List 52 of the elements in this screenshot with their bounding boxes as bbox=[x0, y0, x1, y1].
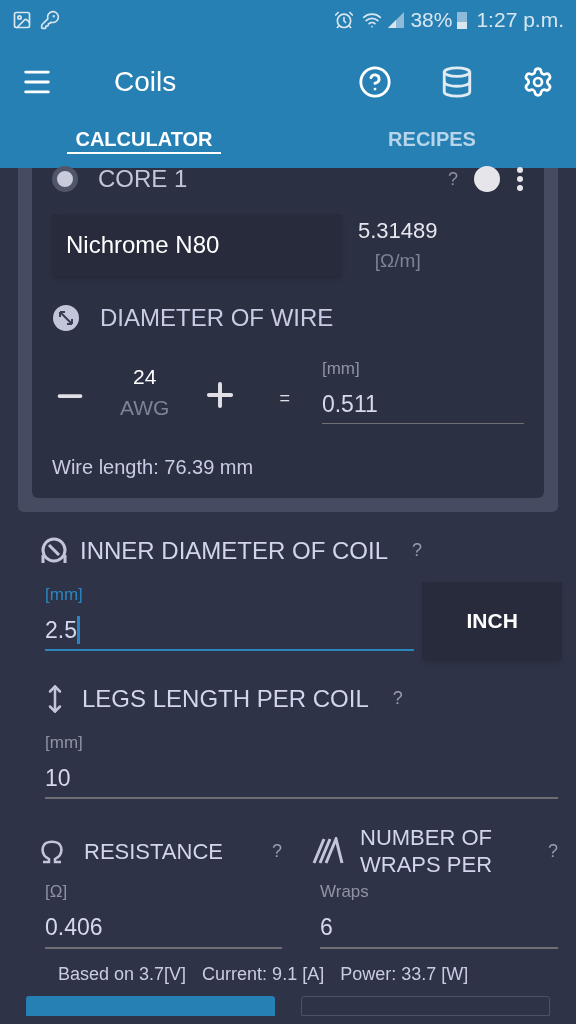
coil-diameter-icon bbox=[40, 536, 68, 565]
primary-button[interactable] bbox=[26, 995, 275, 1016]
wraps-icon bbox=[312, 837, 344, 865]
unit-label: [mm] bbox=[321, 358, 361, 380]
settings-icon[interactable] bbox=[522, 66, 554, 98]
input-field[interactable]: 0.511 bbox=[321, 385, 524, 424]
radio-icon[interactable] bbox=[52, 166, 78, 192]
input-field[interactable]: 10 bbox=[45, 759, 558, 799]
tab[interactable]: CALCULATOR bbox=[67, 124, 221, 154]
help-icon[interactable]: ? bbox=[272, 837, 282, 865]
section-title: RESISTANCE bbox=[84, 837, 223, 866]
summary-text: Current: 9.1 [A] bbox=[202, 962, 325, 986]
help-icon[interactable] bbox=[358, 65, 392, 99]
section-title: INNER DIAMETER OF COIL bbox=[80, 535, 389, 566]
unit-label: [Ω] bbox=[45, 881, 69, 903]
wire-length: Wire length: 76.39 mm bbox=[52, 454, 255, 480]
section-title: LEGS LENGTH PER COIL bbox=[82, 683, 369, 714]
key-icon bbox=[40, 10, 60, 30]
resistivity-unit: [Ω/m] bbox=[374, 249, 421, 273]
wifi-icon bbox=[362, 10, 383, 30]
battery-icon bbox=[456, 10, 469, 30]
equals-sign: = bbox=[279, 386, 290, 410]
diameter-icon bbox=[52, 304, 80, 332]
section-title: DIAMETER OF WIRE bbox=[100, 303, 334, 333]
section-title: NUMBER OF WRAPS PER bbox=[360, 823, 494, 879]
gauge-unit: AWG bbox=[120, 395, 170, 421]
battery-percent: 38% bbox=[410, 7, 453, 34]
resistivity-value: 5.31489 bbox=[358, 217, 438, 245]
input-field[interactable]: 2.5 bbox=[45, 611, 415, 651]
material-selector[interactable]: Nichrome N80 bbox=[52, 214, 342, 276]
database-icon[interactable] bbox=[440, 65, 474, 99]
omega-icon bbox=[40, 838, 64, 864]
image-icon bbox=[12, 10, 32, 30]
summary-text: Based on 3.7[V] bbox=[58, 962, 187, 986]
help-icon[interactable]: ? bbox=[412, 537, 423, 564]
unit-label: [mm] bbox=[45, 731, 84, 754]
signal-icon bbox=[386, 10, 407, 30]
core-title: CORE 1 bbox=[98, 164, 188, 194]
input-field[interactable]: 0.406 bbox=[45, 908, 282, 949]
input-field[interactable]: 6 bbox=[320, 908, 558, 949]
clock: 1:27 p.m. bbox=[476, 7, 564, 34]
alarm-icon bbox=[334, 10, 355, 30]
unit-label: Wraps bbox=[320, 881, 370, 903]
help-icon[interactable]: ? bbox=[392, 685, 403, 712]
unit-label: [mm] bbox=[45, 583, 84, 606]
gauge-value: 24 bbox=[133, 363, 157, 390]
help-icon[interactable]: ? bbox=[448, 165, 458, 193]
more-icon[interactable] bbox=[516, 167, 524, 191]
help-icon[interactable]: ? bbox=[548, 837, 558, 865]
app-title: Coils bbox=[114, 65, 177, 99]
summary-text: Power: 33.7 [W] bbox=[340, 962, 469, 986]
inch-button[interactable]: INCH bbox=[422, 581, 562, 660]
